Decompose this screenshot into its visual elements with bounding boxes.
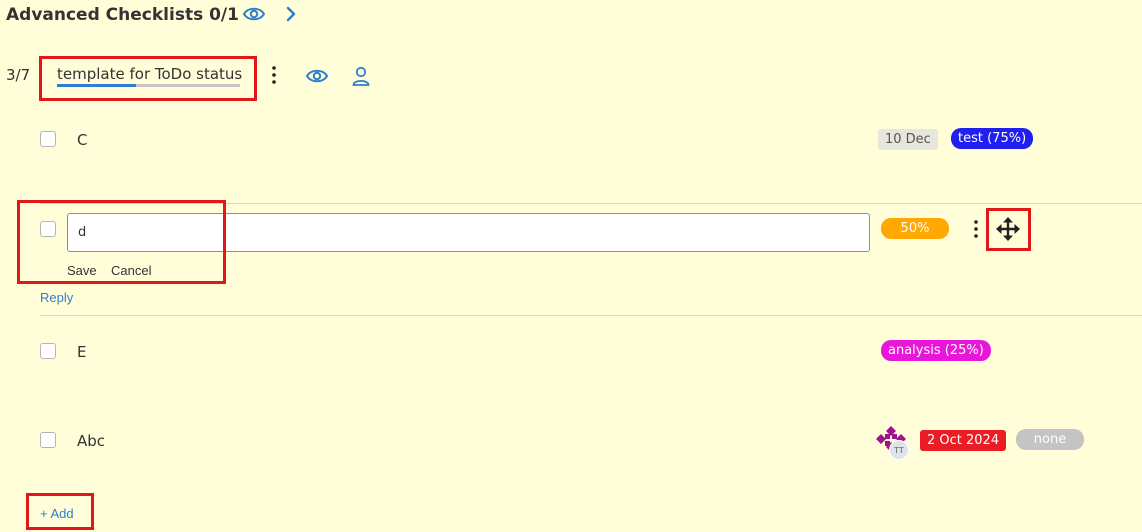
reply-link[interactable]: Reply xyxy=(40,290,73,305)
avatar-initials: TT xyxy=(889,440,909,460)
add-item-button[interactable]: + Add xyxy=(40,506,74,521)
save-button[interactable]: Save xyxy=(67,263,97,278)
divider xyxy=(40,315,1142,316)
item-edit-input[interactable] xyxy=(67,213,870,252)
chevron-right-icon[interactable] xyxy=(282,4,300,24)
cancel-button[interactable]: Cancel xyxy=(111,263,151,278)
checklists-title: Advanced Checklists 0/1 xyxy=(6,5,239,25)
progress-badge[interactable]: 50% xyxy=(881,218,949,239)
checklist-name[interactable]: template for ToDo status xyxy=(57,65,242,83)
kebab-menu-icon[interactable] xyxy=(266,64,282,86)
item-label[interactable]: C xyxy=(77,131,87,149)
move-icon[interactable] xyxy=(994,215,1022,243)
progress-fill xyxy=(57,84,136,87)
item-checkbox[interactable] xyxy=(40,343,56,359)
avatar[interactable]: TT xyxy=(875,424,909,460)
eye-icon[interactable] xyxy=(304,66,330,86)
eye-icon[interactable] xyxy=(242,4,266,24)
status-badge[interactable]: none xyxy=(1016,429,1084,450)
due-date-badge[interactable]: 10 Dec xyxy=(878,129,938,150)
user-icon[interactable] xyxy=(350,64,372,88)
item-checkbox[interactable] xyxy=(40,221,56,237)
divider xyxy=(40,203,1142,204)
status-badge[interactable]: test (75%) xyxy=(951,128,1034,149)
checklist-progress-bar xyxy=(57,84,240,87)
item-label[interactable]: E xyxy=(77,343,86,361)
checklist-counter: 3/7 xyxy=(6,66,31,84)
status-badge[interactable]: analysis (25%) xyxy=(881,340,991,361)
item-checkbox[interactable] xyxy=(40,131,56,147)
kebab-menu-icon[interactable] xyxy=(968,218,984,240)
item-label[interactable]: Abc xyxy=(77,432,105,450)
item-checkbox[interactable] xyxy=(40,432,56,448)
due-date-badge[interactable]: 2 Oct 2024 xyxy=(920,430,1007,451)
